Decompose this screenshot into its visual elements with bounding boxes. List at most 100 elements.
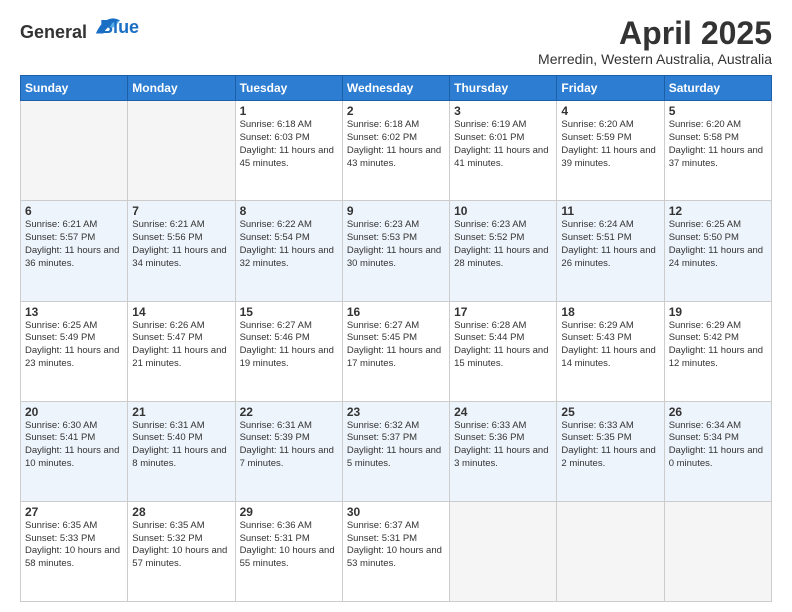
day-info: Sunrise: 6:30 AM: [25, 420, 123, 433]
col-monday: Monday: [128, 76, 235, 101]
day-info: Sunset: 5:46 PM: [240, 332, 338, 345]
calendar-table: Sunday Monday Tuesday Wednesday Thursday…: [20, 75, 772, 602]
day-info: Sunset: 5:31 PM: [240, 533, 338, 546]
day-number: 27: [25, 505, 123, 519]
day-info: Sunset: 5:35 PM: [561, 432, 659, 445]
col-saturday: Saturday: [664, 76, 771, 101]
day-info: Sunrise: 6:24 AM: [561, 219, 659, 232]
day-info: Daylight: 11 hours and 24 minutes.: [669, 245, 767, 271]
title-block: April 2025 Merredin, Western Australia, …: [538, 16, 772, 67]
day-info: Sunrise: 6:20 AM: [561, 119, 659, 132]
logo: General Blue: [20, 16, 139, 43]
table-row: 6Sunrise: 6:21 AMSunset: 5:57 PMDaylight…: [21, 201, 128, 301]
day-info: Sunrise: 6:27 AM: [347, 320, 445, 333]
day-number: 24: [454, 405, 552, 419]
day-info: Sunset: 5:58 PM: [669, 132, 767, 145]
day-number: 22: [240, 405, 338, 419]
day-info: Daylight: 11 hours and 43 minutes.: [347, 145, 445, 171]
day-info: Sunrise: 6:33 AM: [561, 420, 659, 433]
day-info: Sunset: 5:36 PM: [454, 432, 552, 445]
day-info: Daylight: 11 hours and 12 minutes.: [669, 345, 767, 371]
day-info: Daylight: 11 hours and 30 minutes.: [347, 245, 445, 271]
day-number: 29: [240, 505, 338, 519]
day-info: Sunrise: 6:21 AM: [25, 219, 123, 232]
day-info: Sunset: 6:03 PM: [240, 132, 338, 145]
day-info: Sunrise: 6:28 AM: [454, 320, 552, 333]
day-info: Sunset: 5:57 PM: [25, 232, 123, 245]
day-info: Sunset: 5:40 PM: [132, 432, 230, 445]
day-number: 13: [25, 305, 123, 319]
day-info: Sunrise: 6:20 AM: [669, 119, 767, 132]
table-row: [21, 101, 128, 201]
day-info: Daylight: 11 hours and 26 minutes.: [561, 245, 659, 271]
table-row: 23Sunrise: 6:32 AMSunset: 5:37 PMDayligh…: [342, 401, 449, 501]
calendar-week-row: 1Sunrise: 6:18 AMSunset: 6:03 PMDaylight…: [21, 101, 772, 201]
col-sunday: Sunday: [21, 76, 128, 101]
day-info: Sunset: 5:47 PM: [132, 332, 230, 345]
day-number: 15: [240, 305, 338, 319]
table-row: 24Sunrise: 6:33 AMSunset: 5:36 PMDayligh…: [450, 401, 557, 501]
calendar-header-row: Sunday Monday Tuesday Wednesday Thursday…: [21, 76, 772, 101]
table-row: [128, 101, 235, 201]
day-info: Sunrise: 6:35 AM: [132, 520, 230, 533]
day-number: 3: [454, 104, 552, 118]
table-row: 19Sunrise: 6:29 AMSunset: 5:42 PMDayligh…: [664, 301, 771, 401]
col-tuesday: Tuesday: [235, 76, 342, 101]
day-info: Sunset: 5:37 PM: [347, 432, 445, 445]
table-row: 28Sunrise: 6:35 AMSunset: 5:32 PMDayligh…: [128, 501, 235, 601]
table-row: 10Sunrise: 6:23 AMSunset: 5:52 PMDayligh…: [450, 201, 557, 301]
table-row: 12Sunrise: 6:25 AMSunset: 5:50 PMDayligh…: [664, 201, 771, 301]
day-number: 7: [132, 204, 230, 218]
day-info: Daylight: 11 hours and 36 minutes.: [25, 245, 123, 271]
day-info: Sunset: 5:45 PM: [347, 332, 445, 345]
day-info: Sunrise: 6:34 AM: [669, 420, 767, 433]
day-info: Sunset: 6:01 PM: [454, 132, 552, 145]
table-row: 11Sunrise: 6:24 AMSunset: 5:51 PMDayligh…: [557, 201, 664, 301]
day-info: Daylight: 11 hours and 14 minutes.: [561, 345, 659, 371]
day-info: Sunset: 5:53 PM: [347, 232, 445, 245]
day-info: Sunset: 5:41 PM: [25, 432, 123, 445]
table-row: 25Sunrise: 6:33 AMSunset: 5:35 PMDayligh…: [557, 401, 664, 501]
day-info: Daylight: 11 hours and 21 minutes.: [132, 345, 230, 371]
day-info: Sunset: 5:49 PM: [25, 332, 123, 345]
day-info: Sunrise: 6:25 AM: [25, 320, 123, 333]
day-info: Sunset: 5:43 PM: [561, 332, 659, 345]
day-info: Daylight: 11 hours and 3 minutes.: [454, 445, 552, 471]
day-info: Sunrise: 6:18 AM: [240, 119, 338, 132]
day-number: 9: [347, 204, 445, 218]
day-number: 30: [347, 505, 445, 519]
day-info: Sunrise: 6:31 AM: [240, 420, 338, 433]
day-info: Sunrise: 6:23 AM: [347, 219, 445, 232]
day-info: Sunrise: 6:23 AM: [454, 219, 552, 232]
day-info: Sunset: 5:54 PM: [240, 232, 338, 245]
day-number: 23: [347, 405, 445, 419]
table-row: 14Sunrise: 6:26 AMSunset: 5:47 PMDayligh…: [128, 301, 235, 401]
calendar-week-row: 13Sunrise: 6:25 AMSunset: 5:49 PMDayligh…: [21, 301, 772, 401]
day-info: Daylight: 11 hours and 5 minutes.: [347, 445, 445, 471]
page: General Blue April 2025 Merredin, Wester…: [0, 0, 792, 612]
day-info: Daylight: 10 hours and 55 minutes.: [240, 545, 338, 571]
calendar-week-row: 6Sunrise: 6:21 AMSunset: 5:57 PMDaylight…: [21, 201, 772, 301]
table-row: 26Sunrise: 6:34 AMSunset: 5:34 PMDayligh…: [664, 401, 771, 501]
day-number: 14: [132, 305, 230, 319]
day-info: Sunrise: 6:19 AM: [454, 119, 552, 132]
day-info: Sunrise: 6:32 AM: [347, 420, 445, 433]
day-info: Daylight: 10 hours and 58 minutes.: [25, 545, 123, 571]
day-number: 28: [132, 505, 230, 519]
table-row: 27Sunrise: 6:35 AMSunset: 5:33 PMDayligh…: [21, 501, 128, 601]
day-number: 4: [561, 104, 659, 118]
day-info: Sunset: 5:50 PM: [669, 232, 767, 245]
day-info: Daylight: 11 hours and 23 minutes.: [25, 345, 123, 371]
table-row: 18Sunrise: 6:29 AMSunset: 5:43 PMDayligh…: [557, 301, 664, 401]
day-info: Sunset: 5:59 PM: [561, 132, 659, 145]
table-row: 9Sunrise: 6:23 AMSunset: 5:53 PMDaylight…: [342, 201, 449, 301]
day-info: Daylight: 11 hours and 34 minutes.: [132, 245, 230, 271]
day-info: Sunrise: 6:29 AM: [669, 320, 767, 333]
day-number: 16: [347, 305, 445, 319]
table-row: 7Sunrise: 6:21 AMSunset: 5:56 PMDaylight…: [128, 201, 235, 301]
day-info: Sunrise: 6:25 AM: [669, 219, 767, 232]
day-info: Sunrise: 6:18 AM: [347, 119, 445, 132]
table-row: 16Sunrise: 6:27 AMSunset: 5:45 PMDayligh…: [342, 301, 449, 401]
day-info: Sunset: 5:56 PM: [132, 232, 230, 245]
day-info: Sunrise: 6:37 AM: [347, 520, 445, 533]
